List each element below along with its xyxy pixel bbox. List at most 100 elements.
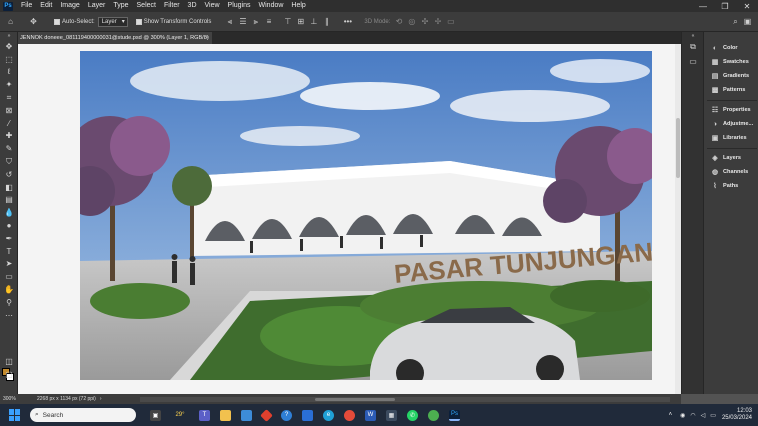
auto-select-target-dropdown[interactable]: Layer xyxy=(97,16,128,27)
marquee-tool-icon[interactable]: ⬚ xyxy=(0,53,18,66)
auto-select-option[interactable]: Auto-Select: Layer xyxy=(54,16,128,27)
dodge-tool-icon[interactable]: ● xyxy=(0,219,18,232)
3d-slide-icon[interactable]: ✢ xyxy=(433,17,442,26)
hand-tool-icon[interactable]: ✋ xyxy=(0,283,18,296)
horizontal-scroll-thumb[interactable] xyxy=(315,398,395,401)
align-middle-icon[interactable]: ⊞ xyxy=(296,17,305,26)
collapse-panels-icon[interactable]: « xyxy=(682,32,704,40)
home-icon[interactable]: ⌂ xyxy=(6,17,15,26)
pen-tool-icon[interactable]: ✒ xyxy=(0,232,18,245)
rectangle-tool-icon[interactable]: ▭ xyxy=(0,270,18,283)
history-panel-icon[interactable]: ⧉ xyxy=(682,40,704,54)
menu-type[interactable]: Type xyxy=(109,0,132,12)
panel-layers[interactable]: ◈ Layers xyxy=(704,152,758,164)
align-left-icon[interactable]: ⫷ xyxy=(225,17,234,26)
align-center-icon[interactable]: ☰ xyxy=(238,17,247,26)
panel-paths[interactable]: ⌇ Paths xyxy=(704,180,758,192)
document-info[interactable]: 2268 px x 1134 px (72 ppi) xyxy=(37,396,96,402)
menu-3d[interactable]: 3D xyxy=(184,0,201,12)
menu-filter[interactable]: Filter xyxy=(160,0,184,12)
close-tab-icon[interactable]: × xyxy=(206,32,209,44)
workspace-icon[interactable]: ▣ xyxy=(743,17,752,26)
taskbar-search[interactable]: ⌕ Search xyxy=(30,408,136,422)
panel-color[interactable]: ◐ Color xyxy=(704,42,758,54)
screen-mode-icon[interactable]: ▢ xyxy=(0,368,18,381)
panel-properties[interactable]: ☷ Properties xyxy=(704,104,758,116)
auto-select-checkbox[interactable] xyxy=(54,18,60,25)
panel-channels[interactable]: ◍ Channels xyxy=(704,166,758,178)
quick-mask-icon[interactable]: ◫ xyxy=(0,355,18,368)
chrome-icon[interactable] xyxy=(344,409,355,421)
search-icon[interactable]: ⌕ xyxy=(731,17,740,26)
menu-help[interactable]: Help xyxy=(287,0,309,12)
menu-select[interactable]: Select xyxy=(133,0,160,12)
zoom-level[interactable]: 300% xyxy=(3,396,33,402)
menu-plugins[interactable]: Plugins xyxy=(224,0,255,12)
panel-patterns[interactable]: ▩ Patterns xyxy=(704,84,758,96)
document-tab[interactable]: JENNOK doneee_081119400000031@stude.psd … xyxy=(18,32,212,44)
panel-swatches[interactable]: ▦ Swatches xyxy=(704,56,758,68)
edge-icon[interactable]: e xyxy=(323,409,334,421)
horizontal-scrollbar[interactable] xyxy=(140,397,670,402)
restore-icon[interactable]: ❐ xyxy=(714,0,736,12)
distribute-vertical-icon[interactable]: ∥ xyxy=(322,17,331,26)
eraser-tool-icon[interactable]: ◧ xyxy=(0,181,18,194)
crop-tool-icon[interactable]: ⌗ xyxy=(0,91,18,104)
app-red-icon[interactable] xyxy=(260,408,273,422)
status-menu-icon[interactable]: › xyxy=(100,396,102,402)
battery-icon[interactable]: ▭ xyxy=(710,412,716,419)
vertical-scroll-thumb[interactable] xyxy=(676,118,680,178)
teams-icon[interactable]: T xyxy=(199,409,210,421)
magic-wand-tool-icon[interactable]: ✦ xyxy=(0,78,18,91)
minimize-icon[interactable]: — xyxy=(692,0,714,12)
panel-libraries[interactable]: ▣ Libraries xyxy=(704,132,758,144)
move-tool-icon[interactable]: ✥ xyxy=(29,17,38,26)
3d-camera-icon[interactable]: ▭ xyxy=(446,17,455,26)
zoom-tool-icon[interactable]: ⚲ xyxy=(0,296,18,309)
volume-icon[interactable]: ◁ xyxy=(701,412,706,419)
help-icon[interactable]: ? xyxy=(281,409,292,421)
panel-adjustments[interactable]: ◑ Adjustme... xyxy=(704,118,758,130)
menu-layer[interactable]: Layer xyxy=(84,0,110,12)
3d-orbit-icon[interactable]: ⟲ xyxy=(394,17,403,26)
distribute-icon[interactable]: ≡ xyxy=(264,17,273,26)
edit-toolbar-icon[interactable]: ⋯ xyxy=(0,309,18,322)
frame-tool-icon[interactable]: ⊠ xyxy=(0,104,18,117)
eyedropper-tool-icon[interactable]: ⁄ xyxy=(0,117,18,130)
menu-edit[interactable]: Edit xyxy=(36,0,56,12)
panel-gradients[interactable]: ▤ Gradients xyxy=(704,70,758,82)
collapse-toolbar-icon[interactable]: » xyxy=(0,32,18,40)
app-blue-icon[interactable] xyxy=(302,409,313,421)
healing-brush-tool-icon[interactable]: ✚ xyxy=(0,130,18,143)
weather-icon[interactable]: 29° xyxy=(171,410,189,421)
calculator-icon[interactable]: ▦ xyxy=(386,409,397,421)
menu-file[interactable]: File xyxy=(17,0,36,12)
menu-view[interactable]: View xyxy=(201,0,224,12)
whatsapp-icon[interactable]: ✆ xyxy=(407,409,418,421)
menu-window[interactable]: Window xyxy=(255,0,288,12)
history-brush-tool-icon[interactable]: ↺ xyxy=(0,168,18,181)
3d-roll-icon[interactable]: ◎ xyxy=(407,17,416,26)
store-icon[interactable] xyxy=(241,409,252,421)
document-canvas[interactable]: PASAR TUNJUNGAN xyxy=(80,51,652,380)
blur-tool-icon[interactable]: 💧 xyxy=(0,206,18,219)
path-selection-tool-icon[interactable]: ➤ xyxy=(0,258,18,271)
clock[interactable]: 12:03 25/03/2024 xyxy=(722,408,752,422)
file-explorer-icon[interactable] xyxy=(220,409,231,421)
word-icon[interactable]: W xyxy=(365,409,376,421)
photoshop-taskbar-icon[interactable]: Ps xyxy=(449,409,460,421)
brush-tool-icon[interactable]: ✎ xyxy=(0,142,18,155)
type-tool-icon[interactable]: T xyxy=(0,245,18,258)
task-view-icon[interactable]: ▣ xyxy=(150,409,161,421)
clone-stamp-tool-icon[interactable]: ⛉ xyxy=(0,155,18,168)
network-icon[interactable]: ◉ xyxy=(680,412,685,419)
align-right-icon[interactable]: ⫸ xyxy=(251,17,260,26)
align-bottom-icon[interactable]: ⊥ xyxy=(309,17,318,26)
comments-panel-icon[interactable]: ▭ xyxy=(682,54,704,68)
3d-pan-icon[interactable]: ✣ xyxy=(420,17,429,26)
show-transform-option[interactable]: Show Transform Controls xyxy=(135,18,211,25)
show-transform-checkbox[interactable] xyxy=(135,18,142,25)
start-button[interactable] xyxy=(9,409,21,421)
more-options-icon[interactable]: ••• xyxy=(343,17,352,26)
wifi-icon[interactable]: ◠ xyxy=(690,412,695,419)
